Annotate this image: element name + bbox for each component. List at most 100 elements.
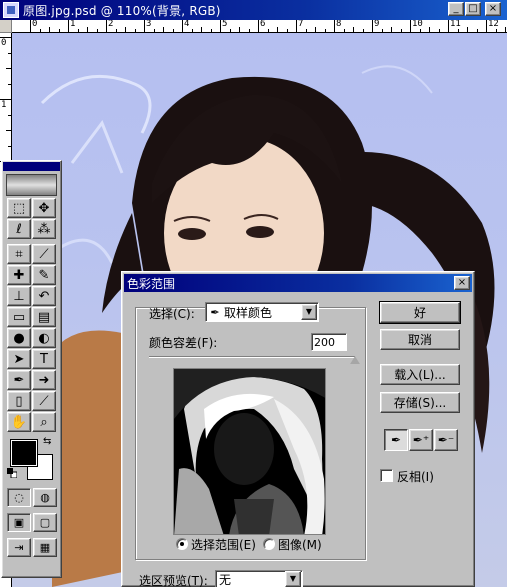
jump-row: ⇥ ▦ bbox=[2, 532, 61, 557]
ruler-label: 6 bbox=[260, 20, 266, 29]
ruler-label: 0 bbox=[1, 38, 7, 48]
ruler-tick bbox=[410, 20, 411, 32]
dialog-close-button[interactable]: × bbox=[454, 276, 470, 290]
default-colors-icon[interactable] bbox=[7, 468, 17, 478]
standard-mode-button[interactable]: ◌ bbox=[7, 488, 31, 507]
invert-checkbox[interactable] bbox=[380, 469, 393, 482]
tool-separator bbox=[7, 240, 31, 243]
chevron-down-icon[interactable]: ▼ bbox=[301, 304, 317, 320]
select-dropdown[interactable]: ✒ 取样颜色 ▼ bbox=[205, 302, 319, 322]
ruler-minor-tick bbox=[8, 145, 11, 147]
dodge-tool-icon[interactable]: ◐ bbox=[32, 328, 56, 348]
foreground-color-swatch[interactable] bbox=[10, 439, 38, 467]
lasso-tool-icon[interactable]: ℓ bbox=[7, 219, 31, 239]
crop-tool-icon[interactable]: ⌗ bbox=[7, 244, 31, 264]
invert-label: 反相(I) bbox=[397, 470, 434, 484]
ruler-tick bbox=[486, 20, 487, 32]
notes-tool-icon[interactable]: ▯ bbox=[7, 391, 31, 411]
eyedropper-tool-icon[interactable]: ⟋ bbox=[32, 391, 56, 411]
tools-logo[interactable] bbox=[6, 174, 57, 196]
eyedropper-minus-icon[interactable]: ✒⁻ bbox=[434, 429, 458, 451]
selection-radio[interactable] bbox=[176, 538, 188, 550]
ruler-label: 2 bbox=[108, 20, 114, 29]
ruler-minor-tick bbox=[438, 29, 440, 32]
ruler-minor-tick bbox=[58, 29, 60, 32]
ruler-minor-tick bbox=[239, 27, 240, 32]
ruler-tick bbox=[106, 20, 107, 32]
cancel-button[interactable]: 取消 bbox=[380, 329, 460, 350]
close-button[interactable]: × bbox=[485, 2, 501, 16]
tools-palette-titlebar[interactable] bbox=[3, 162, 60, 171]
selection-preview-image[interactable] bbox=[173, 368, 326, 535]
ruler-minor-tick bbox=[305, 29, 307, 32]
standard-screen-mode-button[interactable]: ▣ bbox=[7, 513, 31, 532]
pen-tool-icon[interactable]: ✒ bbox=[7, 370, 31, 390]
save-button[interactable]: 存储(S)... bbox=[380, 392, 460, 413]
load-button[interactable]: 载入(L)... bbox=[380, 364, 460, 385]
ruler-tick bbox=[30, 20, 31, 32]
ruler-minor-tick bbox=[6, 68, 11, 69]
healing-brush-tool-icon[interactable]: ✚ bbox=[7, 265, 31, 285]
eraser-tool-icon[interactable]: ▭ bbox=[7, 307, 31, 327]
tool-separator bbox=[32, 240, 56, 243]
jump-to-imageready-button[interactable]: ⇥ bbox=[7, 538, 31, 557]
ruler-minor-tick bbox=[381, 29, 383, 32]
quick-mask-mode-button[interactable]: ◍ bbox=[33, 488, 57, 507]
swap-colors-icon[interactable]: ⇆ bbox=[43, 436, 51, 447]
ruler-minor-tick bbox=[96, 29, 98, 32]
ruler-tick bbox=[182, 20, 183, 32]
blur-tool-icon[interactable]: ● bbox=[7, 328, 31, 348]
chevron-down-icon[interactable]: ▼ bbox=[285, 571, 301, 587]
ruler-minor-tick bbox=[8, 114, 11, 116]
eyedropper-plus-icon[interactable]: ✒⁺ bbox=[409, 429, 433, 451]
tools-palette: ⬚ ✥ ℓ ⁂ ⌗ ⟋ ✚ ✎ ⊥ ↶ ▭ ▤ ● ◐ ➤ T ✒ ➜ ▯ ⟋ ✋ ⌕ ⇆ ◌ ◍ ▣ ▢ ⇥ ▦ bbox=[1, 160, 62, 578]
move-tool-icon[interactable]: ✥ bbox=[32, 198, 56, 218]
ruler-label: 4 bbox=[184, 20, 190, 29]
selection-preview-dropdown[interactable]: 无 ▼ bbox=[215, 570, 303, 587]
brush-tool-icon[interactable]: ✎ bbox=[32, 265, 56, 285]
fuzziness-slider[interactable] bbox=[149, 356, 360, 366]
fuzziness-input[interactable]: 200 bbox=[311, 333, 347, 351]
document-title: 原图.jpg.psd @ 110%(背景, RGB) bbox=[23, 3, 221, 18]
document-app-icon bbox=[3, 2, 19, 18]
ruler-minor-tick bbox=[153, 29, 155, 32]
dialog-titlebar[interactable]: 色彩范围 × bbox=[124, 274, 472, 292]
slice-tool-icon[interactable]: ⟋ bbox=[32, 244, 56, 264]
hand-tool-icon[interactable]: ✋ bbox=[7, 412, 31, 432]
shape-tool-icon[interactable]: ➜ bbox=[32, 370, 56, 390]
horizontal-ruler[interactable]: 012345678910111213 bbox=[12, 20, 507, 33]
ruler-label: 1 bbox=[70, 20, 76, 29]
eyedropper-icon[interactable]: ✒ bbox=[384, 429, 408, 451]
ruler-minor-tick bbox=[467, 27, 468, 32]
ruler-minor-tick bbox=[49, 27, 50, 32]
zoom-tool-icon[interactable]: ⌕ bbox=[32, 412, 56, 432]
maximize-button[interactable]: □ bbox=[465, 2, 481, 16]
minimize-button[interactable]: _ bbox=[448, 2, 464, 16]
ruler-minor-tick bbox=[457, 29, 459, 32]
color-swatches: ⇆ bbox=[7, 436, 61, 482]
ruler-minor-tick bbox=[201, 27, 202, 32]
marquee-tool-icon[interactable]: ⬚ bbox=[7, 198, 31, 218]
image-radio[interactable] bbox=[263, 538, 275, 550]
document-titlebar[interactable]: 原图.jpg.psd @ 110%(背景, RGB) _ □ × bbox=[0, 0, 507, 20]
ruler-minor-tick bbox=[8, 52, 11, 54]
clone-stamp-tool-icon[interactable]: ⊥ bbox=[7, 286, 31, 306]
ruler-minor-tick bbox=[134, 29, 136, 32]
ruler-label: 1 bbox=[1, 100, 7, 110]
ruler-origin[interactable] bbox=[0, 20, 12, 33]
ok-button[interactable]: 好 bbox=[379, 301, 461, 324]
type-tool-icon[interactable]: T bbox=[32, 349, 56, 369]
path-selection-tool-icon[interactable]: ➤ bbox=[7, 349, 31, 369]
ruler-minor-tick bbox=[400, 29, 402, 32]
ruler-tick bbox=[372, 20, 373, 32]
web-content-button[interactable]: ▦ bbox=[33, 538, 57, 557]
full-screen-mode-button[interactable]: ▢ bbox=[33, 513, 57, 532]
ruler-label: 11 bbox=[450, 20, 461, 29]
gradient-tool-icon[interactable]: ▤ bbox=[32, 307, 56, 327]
ruler-tick bbox=[220, 20, 221, 32]
history-brush-tool-icon[interactable]: ↶ bbox=[32, 286, 56, 306]
magic-wand-tool-icon[interactable]: ⁂ bbox=[32, 219, 56, 239]
fuzziness-slider-thumb[interactable] bbox=[350, 356, 360, 364]
ruler-minor-tick bbox=[277, 27, 278, 32]
ruler-label: 9 bbox=[374, 20, 380, 29]
